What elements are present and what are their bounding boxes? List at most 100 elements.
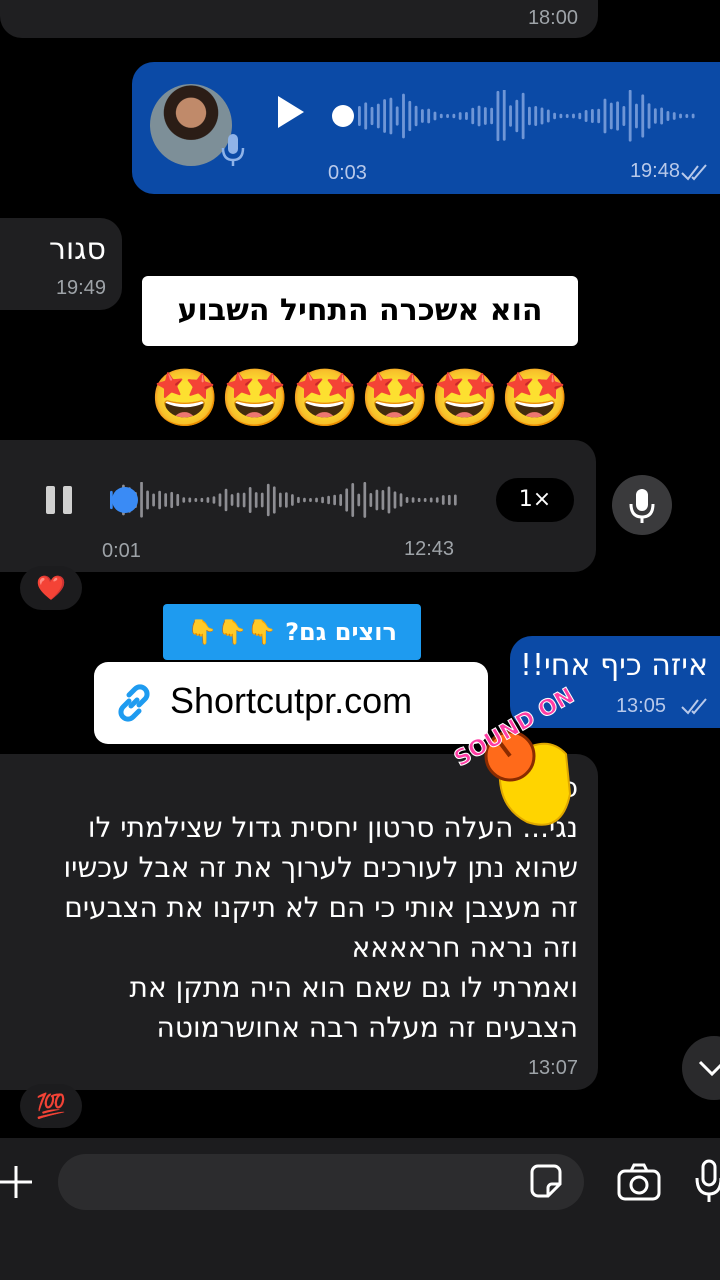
waveform-bar [339,494,343,506]
waveform-bar [597,108,601,124]
waveform-bar [321,496,324,504]
waveform-bar [411,497,415,503]
message-line: וזה נראה חראאאא [351,931,578,964]
waveform-bar [230,494,234,506]
waveform-bar [363,482,367,518]
waveform-bar [515,99,519,133]
waveform-bar [622,105,626,127]
promo-sticker: רוצים גם? 👇👇👇 [163,604,421,660]
waveform-bar [546,109,550,123]
waveform-bar [691,113,695,119]
waveform[interactable] [110,482,460,518]
message-line: ואמרתי לו גם שאם הוא היה מתקן את [129,971,578,1004]
message-bubble-incoming[interactable]: סגור 19:49 [0,218,122,310]
waveform-bar [447,494,451,506]
waveform-bar [260,492,264,508]
waveform-bar [140,482,143,518]
record-button[interactable] [612,475,672,535]
voice-duration: 0:03 [328,162,367,184]
message-line: שהוא נתן לעורכים לערוך את זה אבל עכשיו [63,851,578,884]
waveform-bar [635,103,638,129]
waveform-bar [327,495,330,505]
play-icon[interactable] [276,94,306,130]
message-input[interactable] [58,1154,584,1210]
waveform-bar [395,106,399,126]
sound-on-sticker: SOUND ON [450,684,579,826]
waveform-bar [389,97,393,135]
plus-icon[interactable] [0,1162,34,1202]
waveform-bar [452,113,456,119]
sticker-icon[interactable] [526,1162,566,1202]
reaction-heart[interactable]: ❤️ [20,566,82,610]
waveform-bar [158,490,161,510]
waveform-bar [242,492,246,508]
waveform-bar [285,492,288,508]
waveform-bar [381,489,385,511]
waveform-bar [603,98,607,134]
waveform-bar [433,111,437,121]
waveform-bar [188,497,192,503]
waveform-bar [609,102,613,130]
star-struck-emoji: 🤩 [220,366,290,431]
waveform-bar [423,497,427,503]
waveform-bar [584,110,588,122]
waveform-bar [446,113,449,119]
waveform-bar [303,497,306,503]
waveform-bar [345,488,349,512]
waveform-bar [628,90,632,142]
message-bubble-partial[interactable]: 18:00 [0,0,598,38]
playback-position[interactable] [332,105,354,127]
message-line: הצבעים זה מעלה רבה אחושרמוטה [156,1011,578,1044]
waveform-bar [248,487,252,513]
waveform-bar [375,489,379,511]
waveform-bar [309,497,312,503]
mic-icon [221,134,245,166]
waveform-bar [685,113,689,119]
voice-message-outgoing[interactable]: 0:03 19:48 [132,62,720,194]
camera-icon[interactable] [616,1162,662,1202]
message-time: 19:49 [55,277,106,299]
waveform-bar [369,492,373,508]
mic-icon [629,489,655,523]
waveform-bar [572,113,575,119]
waveform-bar [370,106,374,126]
waveform-bar [553,112,557,120]
video-caption: הוא אשכרה התחיל השבוע [142,276,578,346]
waveform[interactable] [358,90,698,142]
pause-icon[interactable] [44,484,74,516]
star-struck-emoji: 🤩 [150,366,220,431]
waveform-bar [182,497,186,503]
reaction-hundred[interactable]: 💯 [20,1084,82,1128]
emoji-row: 🤩 🤩 🤩 🤩 🤩 🤩 [150,364,570,434]
star-struck-emoji: 🤩 [360,366,430,431]
waveform-bar [679,113,682,119]
waveform-bar [383,99,387,133]
message-time: 19:48 [629,160,680,182]
waveform-bar [402,93,405,139]
waveform-bar [399,493,403,507]
speed-button[interactable]: 1× [496,478,574,522]
waveform-bar [297,496,300,504]
playback-position[interactable] [112,487,138,513]
waveform-bar [429,497,433,503]
waveform-bar [565,113,569,119]
waveform-bar [453,494,457,506]
waveform-bar [315,497,318,503]
waveform-bar [458,112,462,120]
double-check-icon [681,698,707,715]
message-text: איזה כיף אחי!! [520,648,708,683]
waveform-bar [417,497,421,503]
mic-icon[interactable] [694,1158,720,1204]
waveform-bar [502,90,506,141]
waveform-bar [364,102,368,130]
message-time: 12:43 [404,538,455,560]
link-sticker[interactable]: Shortcutpr.com [94,662,488,744]
link-icon [118,684,150,722]
waveform-bar [358,105,361,127]
voice-current-time: 0:01 [102,540,141,562]
star-struck-emoji: 🤩 [500,366,570,431]
scroll-down-button[interactable] [682,1036,720,1100]
waveform-bar [590,109,594,123]
waveform-bar [490,107,494,125]
waveform-bar [254,492,258,508]
